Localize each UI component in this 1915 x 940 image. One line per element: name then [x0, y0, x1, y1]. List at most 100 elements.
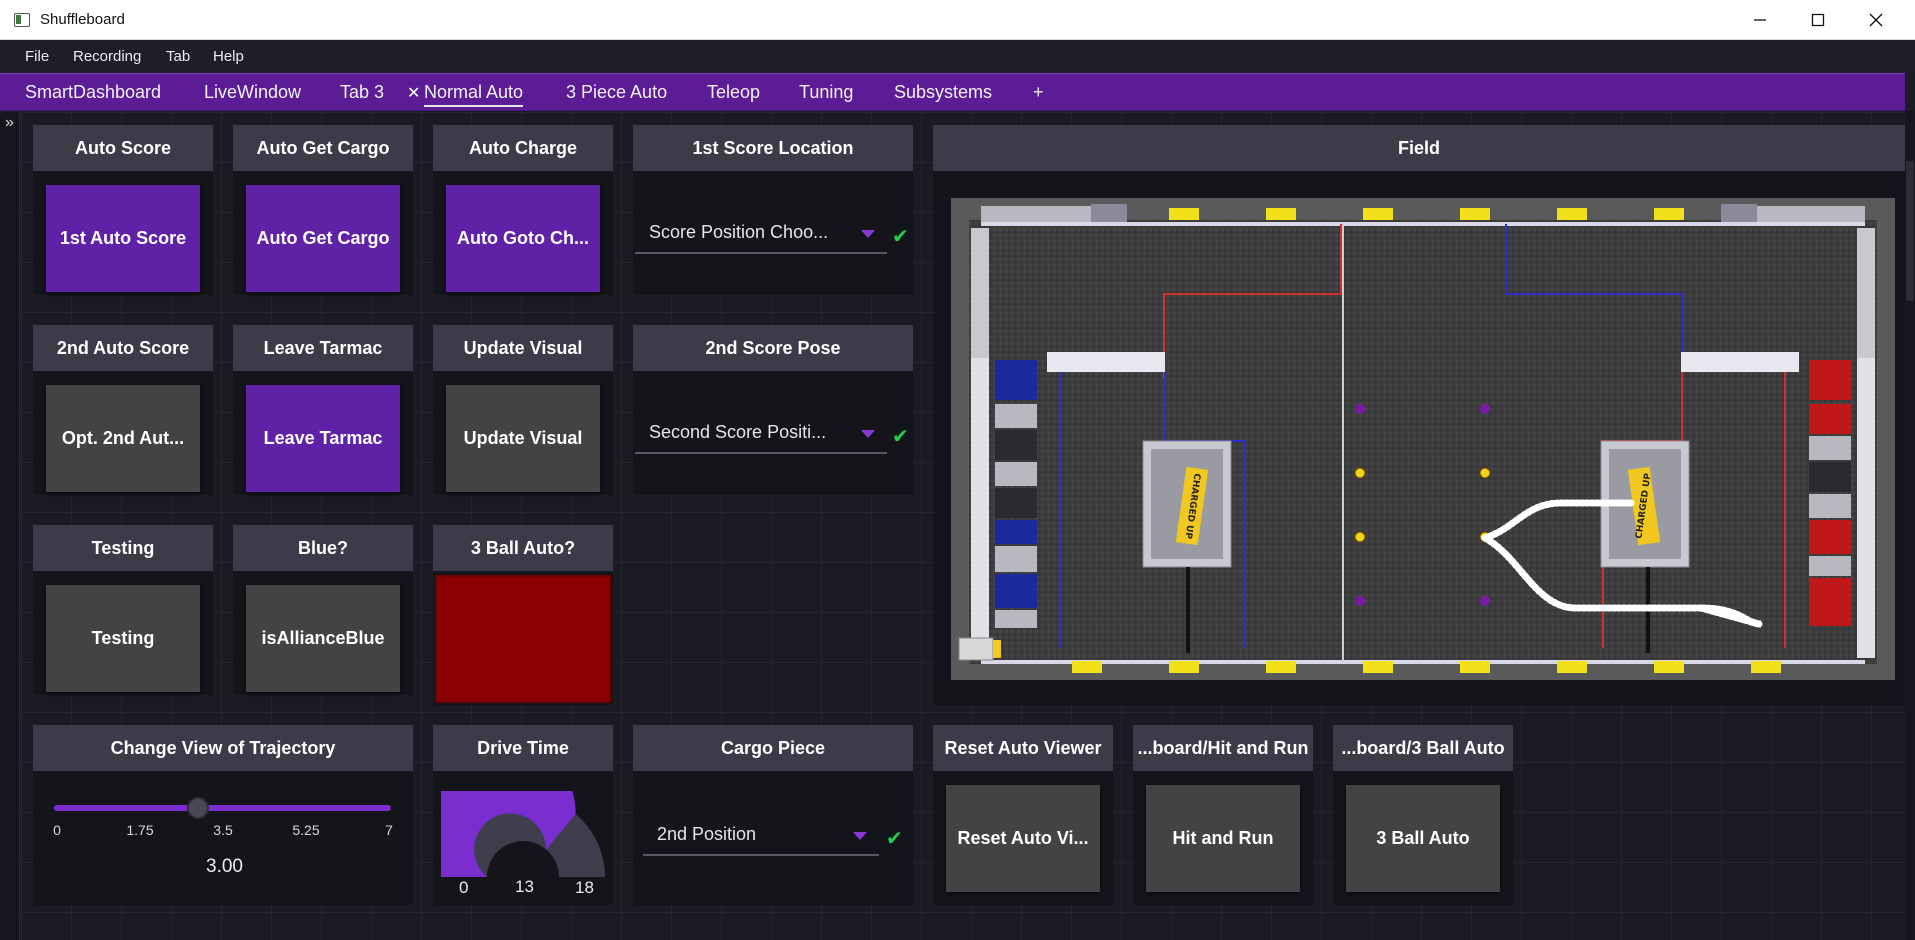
tab-livewindow[interactable]: LiveWindow — [204, 82, 301, 103]
checkmark-icon: ✔ — [892, 226, 909, 248]
hit-and-run-button[interactable]: Hit and Run — [1146, 785, 1300, 892]
widget-title: Field — [933, 125, 1905, 171]
score-location-chooser[interactable]: Score Position Choo... — [635, 218, 887, 254]
cargo-piece-chooser[interactable]: 2nd Position — [643, 820, 879, 856]
slider-tick-label: 3.5 — [213, 822, 233, 838]
dropdown-arrow-icon — [861, 230, 875, 238]
leave-tarmac-button[interactable]: Leave Tarmac — [246, 385, 400, 492]
widget-auto-get-cargo: Auto Get Cargo Auto Get Cargo — [233, 125, 413, 295]
widget-title: 2nd Auto Score — [33, 325, 213, 371]
menu-recording[interactable]: Recording — [73, 48, 141, 65]
drive-time-gauge — [441, 791, 605, 877]
widget-title: Auto Get Cargo — [233, 125, 413, 171]
opt-2nd-auto-button[interactable]: Opt. 2nd Aut... — [46, 385, 200, 492]
window-title: Shuffleboard — [40, 11, 125, 28]
trajectory-slider-track[interactable] — [54, 805, 391, 811]
widget-hit-and-run: ...board/Hit and Run Hit and Run — [1133, 725, 1313, 905]
widget-title: ...board/3 Ball Auto — [1333, 725, 1513, 771]
widget-title: 2nd Score Pose — [633, 325, 913, 371]
reset-auto-viewer-button[interactable]: Reset Auto Vi... — [946, 785, 1100, 892]
tab-close-icon[interactable]: ✕ — [407, 83, 420, 103]
tab-teleop[interactable]: Teleop — [707, 82, 760, 103]
tab-tuning[interactable]: Tuning — [799, 82, 853, 103]
dropdown-arrow-icon — [861, 430, 875, 438]
widget-auto-score: Auto Score 1st Auto Score — [33, 125, 213, 295]
widget-3-ball-auto: 3 Ball Auto? — [433, 525, 613, 705]
slider-tick-label: 0 — [53, 822, 61, 838]
widget-change-view-of-trajectory: Change View of Trajectory — [33, 725, 413, 905]
score-pose-chooser[interactable]: Second Score Positi... — [635, 418, 887, 454]
widget-title: Auto Charge — [433, 125, 613, 171]
boolean-indicator — [435, 575, 611, 703]
gauge-value-label: 13 — [515, 877, 534, 896]
widget-title: ...board/Hit and Run — [1133, 725, 1313, 771]
widget-title: Update Visual — [433, 325, 613, 371]
menu-help[interactable]: Help — [213, 48, 244, 65]
widget-title: Leave Tarmac — [233, 325, 413, 371]
chooser-value: Second Score Positi... — [649, 422, 827, 442]
widget-blue: Blue? isAllianceBlue — [233, 525, 413, 695]
widget-title: Cargo Piece — [633, 725, 913, 771]
checkmark-icon: ✔ — [886, 828, 903, 850]
tab-smartdashboard[interactable]: SmartDashboard — [25, 82, 161, 103]
menu-bar: File Recording Tab Help — [0, 40, 1915, 73]
maximize-button[interactable] — [1789, 0, 1847, 40]
is-alliance-blue-button[interactable]: isAllianceBlue — [246, 585, 400, 692]
expand-sidebar-icon[interactable]: » — [5, 114, 14, 132]
widget-update-visual: Update Visual Update Visual — [433, 325, 613, 495]
widget-testing: Testing Testing — [33, 525, 213, 695]
widget-title: Drive Time — [433, 725, 613, 771]
widget-3-ball-auto-command: ...board/3 Ball Auto 3 Ball Auto — [1333, 725, 1513, 905]
dropdown-arrow-icon — [853, 832, 867, 840]
chooser-value: 2nd Position — [657, 824, 757, 844]
auto-charge-button[interactable]: Auto Goto Ch... — [446, 185, 600, 292]
chooser-value: Score Position Choo... — [649, 222, 829, 242]
title-bar: Shuffleboard — [0, 0, 1915, 40]
menu-tab[interactable]: Tab — [166, 48, 190, 65]
gauge-max-label: 18 — [575, 878, 594, 897]
tab-bar: SmartDashboard LiveWindow Tab 3 ✕ Normal… — [0, 73, 1905, 111]
widget-leave-tarmac: Leave Tarmac Leave Tarmac — [233, 325, 413, 495]
widget-drive-time: Drive Time 0 13 18 — [433, 725, 613, 905]
widget-title: Testing — [33, 525, 213, 571]
scrollbar-thumb[interactable] — [1906, 161, 1914, 301]
3-ball-auto-button[interactable]: 3 Ball Auto — [1346, 785, 1500, 892]
sidebar-collapsed: » — [0, 112, 20, 940]
slider-tick-label: 5.25 — [292, 822, 320, 838]
widget-reset-auto-viewer: Reset Auto Viewer Reset Auto Vi... — [933, 725, 1113, 905]
gauge-min-label: 0 — [459, 878, 469, 897]
update-visual-button[interactable]: Update Visual — [446, 385, 600, 492]
auto-get-cargo-button[interactable]: Auto Get Cargo — [246, 185, 400, 292]
minimize-icon — [1754, 19, 1766, 21]
menu-file[interactable]: File — [25, 48, 49, 65]
maximize-icon — [1811, 13, 1825, 27]
widget-title: 3 Ball Auto? — [433, 525, 613, 571]
widget-2nd-score-pose: 2nd Score Pose Second Score Positi... ✔ — [633, 325, 913, 495]
widget-title: Change View of Trajectory — [33, 725, 413, 771]
robot-icon[interactable] — [958, 637, 1001, 661]
widget-cargo-piece: Cargo Piece 2nd Position ✔ — [633, 725, 913, 905]
field-view[interactable]: CHARGED UP CHARGED UP — [951, 198, 1895, 680]
slider-tick-label: 7 — [385, 822, 393, 838]
vertical-scrollbar[interactable] — [1905, 111, 1915, 940]
widget-field: Field CHARGED UP CHARGED UP — [933, 125, 1905, 705]
close-window-button[interactable] — [1847, 0, 1905, 40]
widget-title: 1st Score Location — [633, 125, 913, 171]
widget-auto-charge: Auto Charge Auto Goto Ch... — [433, 125, 613, 295]
checkmark-icon: ✔ — [892, 426, 909, 448]
widget-title: Blue? — [233, 525, 413, 571]
slider-value-readout: 3.00 — [206, 856, 243, 877]
app-icon — [14, 13, 30, 27]
testing-button[interactable]: Testing — [46, 585, 200, 692]
tab-3-piece-auto[interactable]: 3 Piece Auto — [566, 82, 667, 103]
auto-score-button[interactable]: 1st Auto Score — [46, 185, 200, 292]
widget-title: Reset Auto Viewer — [933, 725, 1113, 771]
tab-subsystems[interactable]: Subsystems — [894, 82, 992, 103]
widget-1st-score-location: 1st Score Location Score Position Choo..… — [633, 125, 913, 295]
close-icon — [1869, 13, 1883, 27]
minimize-button[interactable] — [1731, 0, 1789, 40]
add-tab-button[interactable]: + — [1033, 82, 1044, 103]
widget-2nd-auto-score: 2nd Auto Score Opt. 2nd Aut... — [33, 325, 213, 495]
tab-normal-auto[interactable]: Normal Auto — [424, 82, 524, 107]
tab-3[interactable]: Tab 3 — [340, 82, 384, 103]
